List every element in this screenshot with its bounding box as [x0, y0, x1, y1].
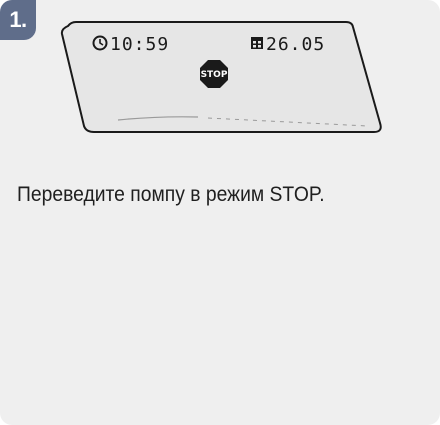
stop-sign-icon: STOP: [200, 60, 228, 88]
time-readout: 10:59: [110, 34, 169, 55]
date-readout: 26.05: [266, 34, 325, 55]
instruction-card: 1. 10:59 26.05 STOP Переведите помпу в р…: [0, 0, 440, 425]
calendar-icon: [251, 37, 263, 49]
stop-sign-label: STOP: [201, 70, 228, 80]
pump-lcd-display: 10:59 26.05 STOP: [60, 21, 382, 133]
step-number-badge: 1.: [0, 0, 36, 40]
instruction-text: Переведите помпу в режим STOP.: [17, 183, 325, 206]
